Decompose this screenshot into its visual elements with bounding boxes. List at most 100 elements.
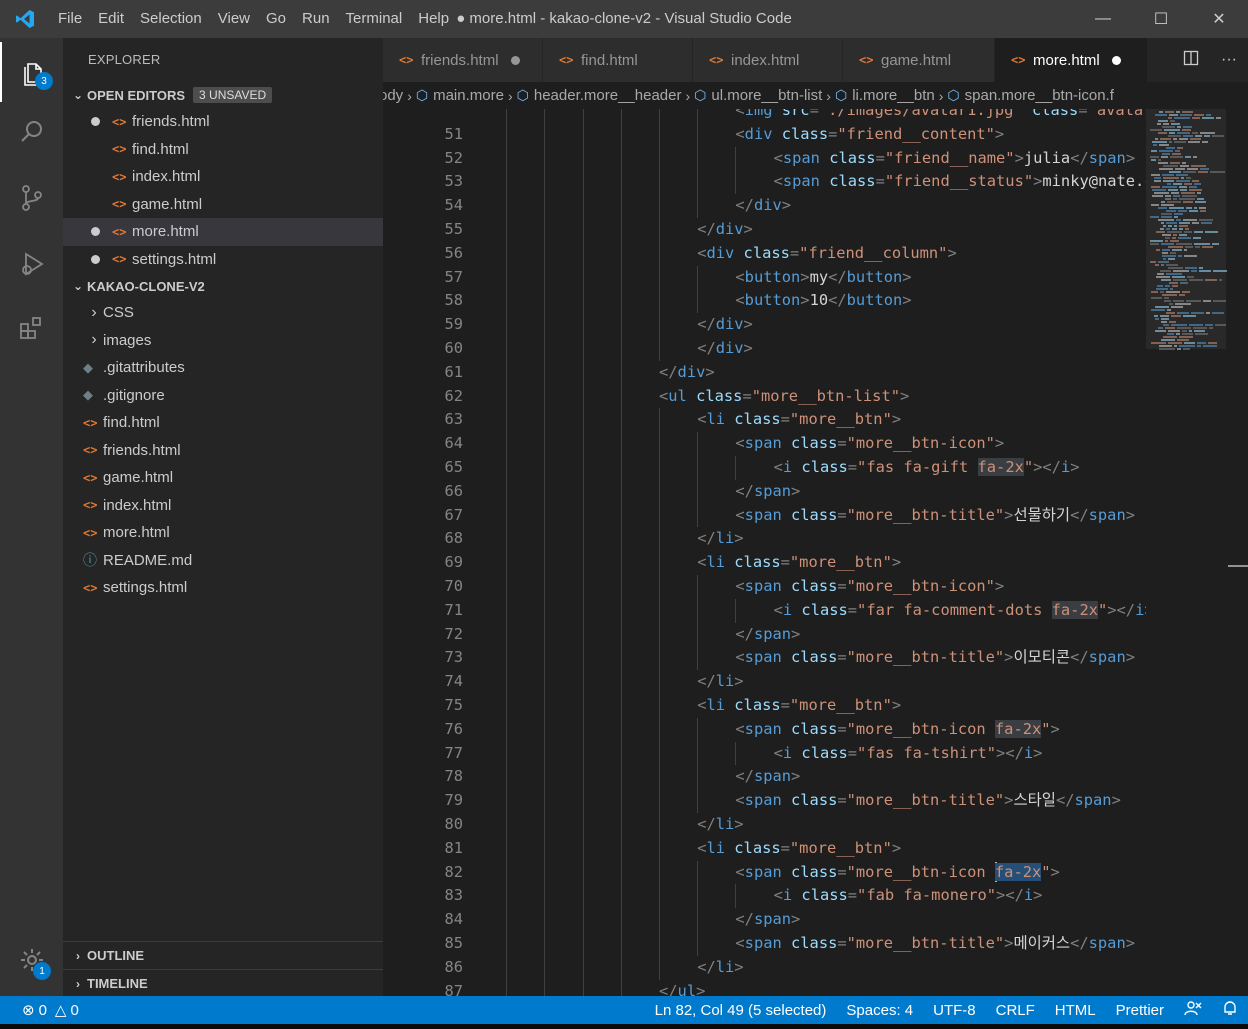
file-item[interactable]: ⓘ README.md (63, 547, 383, 575)
indentation[interactable]: Spaces: 4 (836, 1002, 923, 1019)
code-line[interactable]: 75 <li class="more__btn"> (383, 694, 1146, 718)
breadcrumb-item[interactable]: ⬡ span.more__btn-icon.f (947, 87, 1114, 104)
manage-gear-icon[interactable]: 1 (0, 930, 63, 990)
project-header[interactable]: ⌄ KAKAO-CLONE-V2 (63, 273, 383, 299)
open-editor-item[interactable]: <> find.html (63, 136, 383, 164)
menu-item-terminal[interactable]: Terminal (338, 0, 411, 38)
file-item[interactable]: <> game.html (63, 464, 383, 492)
menu-item-file[interactable]: File (50, 0, 90, 38)
tab-index[interactable]: <> index.html (693, 38, 843, 82)
problems-status[interactable]: ⊗ 0 △ 0 (0, 1001, 89, 1020)
menu-item-view[interactable]: View (210, 0, 258, 38)
code-line[interactable]: 72 </span> (383, 623, 1146, 647)
code-line[interactable]: 55 </div> (383, 218, 1146, 242)
source-control-icon[interactable] (0, 168, 63, 228)
file-item[interactable]: <> find.html (63, 409, 383, 437)
code-line[interactable]: 66 </span> (383, 480, 1146, 504)
tab-game[interactable]: <> game.html (843, 38, 995, 82)
code-line[interactable]: 79 <span class="more__btn-title">스타일</spa… (383, 789, 1146, 813)
code-line[interactable]: 84 </span> (383, 908, 1146, 932)
code-line[interactable]: 56 <div class="friend__column"> (383, 242, 1146, 266)
code-line[interactable]: 85 <span class="more__btn-title">메이커스</sp… (383, 932, 1146, 956)
minimize-button[interactable]: — (1074, 0, 1132, 38)
menu-item-selection[interactable]: Selection (132, 0, 210, 38)
timeline-header[interactable]: › TIMELINE (63, 969, 383, 997)
open-editor-item[interactable]: <> index.html (63, 163, 383, 191)
file-item[interactable]: ◆ .gitattributes (63, 354, 383, 382)
language-mode[interactable]: HTML (1045, 1002, 1106, 1019)
code-line[interactable]: 71 <i class="far fa-comment-dots fa-2x"><… (383, 599, 1146, 623)
explorer-icon[interactable]: 3 (0, 42, 63, 102)
outline-header[interactable]: › OUTLINE (63, 941, 383, 969)
run-debug-icon[interactable] (0, 234, 63, 294)
code-line[interactable]: 64 <span class="more__btn-icon"> (383, 432, 1146, 456)
close-button[interactable]: ✕ (1190, 0, 1248, 38)
feedback-icon[interactable] (1174, 1000, 1212, 1020)
code-line[interactable]: 81 <li class="more__btn"> (383, 837, 1146, 861)
formatter[interactable]: Prettier (1106, 1002, 1174, 1019)
notifications-bell-icon[interactable] (1212, 1000, 1248, 1020)
maximize-button[interactable]: ☐ (1132, 0, 1190, 38)
code-line[interactable]: 65 <i class="fas fa-gift fa-2x"></i> (383, 456, 1146, 480)
code-line[interactable]: 87 </ul> (383, 980, 1146, 996)
code-line[interactable]: 68 </li> (383, 527, 1146, 551)
code-line[interactable]: 62 <ul class="more__btn-list"> (383, 385, 1146, 409)
code-line[interactable]: 78 </span> (383, 765, 1146, 789)
file-item[interactable]: <> settings.html (63, 574, 383, 602)
menu-item-go[interactable]: Go (258, 0, 294, 38)
breadcrumb-item[interactable]: ⬡ main.more (416, 87, 504, 104)
code-line[interactable]: 60 </div> (383, 337, 1146, 361)
code-line[interactable]: 82 <span class="more__btn-icon fa-2x"> (383, 861, 1146, 885)
breadcrumb-item[interactable]: ⬡ ul.more__btn-list (694, 87, 822, 104)
split-editor-icon[interactable] (1172, 50, 1210, 71)
code-line[interactable]: 77 <i class="fas fa-tshirt"></i> (383, 742, 1146, 766)
menu-item-help[interactable]: Help (410, 0, 457, 38)
open-editor-item[interactable]: <> more.html (63, 218, 383, 246)
menu-item-edit[interactable]: Edit (90, 0, 132, 38)
code-line[interactable]: 52 <span class="friend__name">julia</span… (383, 147, 1146, 171)
folder-item[interactable]: › CSS (63, 299, 383, 327)
line-ending[interactable]: CRLF (986, 1002, 1045, 1019)
code-line[interactable]: 51 <div class="friend__content"> (383, 123, 1146, 147)
code-line[interactable]: 86 </li> (383, 956, 1146, 980)
menu-item-run[interactable]: Run (294, 0, 338, 38)
code-line[interactable]: 53 <span class="friend__status">minky@nat… (383, 170, 1146, 194)
code-line[interactable]: 69 <li class="more__btn"> (383, 551, 1146, 575)
open-editor-item[interactable]: <> game.html (63, 191, 383, 219)
minimap[interactable] (1146, 109, 1248, 996)
file-item[interactable]: ◆ .gitignore (63, 382, 383, 410)
code-line[interactable]: 73 <span class="more__btn-title">이모티콘</sp… (383, 646, 1146, 670)
code-line[interactable]: 67 <span class="more__btn-title">선물하기</sp… (383, 504, 1146, 528)
tab-more[interactable]: <> more.html (995, 38, 1148, 82)
folder-item[interactable]: › images (63, 327, 383, 355)
search-icon[interactable] (0, 102, 63, 162)
code-line[interactable]: 70 <span class="more__btn-icon"> (383, 575, 1146, 599)
file-item[interactable]: <> index.html (63, 492, 383, 520)
code-line[interactable]: <img src="./images/avatar1.jpg" class="a… (383, 109, 1146, 123)
code-line[interactable]: 80 </li> (383, 813, 1146, 837)
breadcrumb-item[interactable]: ⬡ li.more__btn (835, 87, 935, 104)
code-line[interactable]: 63 <li class="more__btn"> (383, 408, 1146, 432)
code-line[interactable]: 76 <span class="more__btn-icon fa-2x"> (383, 718, 1146, 742)
file-item[interactable]: <> friends.html (63, 437, 383, 465)
extensions-icon[interactable] (0, 298, 63, 358)
code-line[interactable]: 83 <i class="fab fa-monero"></i> (383, 884, 1146, 908)
encoding[interactable]: UTF-8 (923, 1002, 986, 1019)
open-editor-item[interactable]: <> friends.html (63, 108, 383, 136)
code-line[interactable]: 57 <button>my</button> (383, 266, 1146, 290)
breadcrumb-item[interactable]: ⬡ header.more__header (517, 87, 682, 104)
code-line[interactable]: 61 </div> (383, 361, 1146, 385)
open-editor-item[interactable]: <> settings.html (63, 246, 383, 274)
code-line[interactable]: 54 </div> (383, 194, 1146, 218)
code-editor[interactable]: <img src="./images/avatar1.jpg" class="a… (383, 109, 1146, 996)
more-actions-icon[interactable]: ··· (1210, 51, 1248, 69)
file-item[interactable]: <> more.html (63, 519, 383, 547)
code-line[interactable]: 59 </div> (383, 313, 1146, 337)
code-line[interactable]: 74 </li> (383, 670, 1146, 694)
tab-find[interactable]: <> find.html (543, 38, 693, 82)
code-line[interactable]: 58 <button>10</button> (383, 289, 1146, 313)
open-editors-header[interactable]: ⌄ OPEN EDITORS 3 UNSAVED (63, 82, 383, 108)
cursor-position[interactable]: Ln 82, Col 49 (5 selected) (645, 1002, 837, 1019)
breadcrumb-item[interactable]: ody (383, 87, 403, 104)
tab-friends[interactable]: <> friends.html (383, 38, 543, 82)
